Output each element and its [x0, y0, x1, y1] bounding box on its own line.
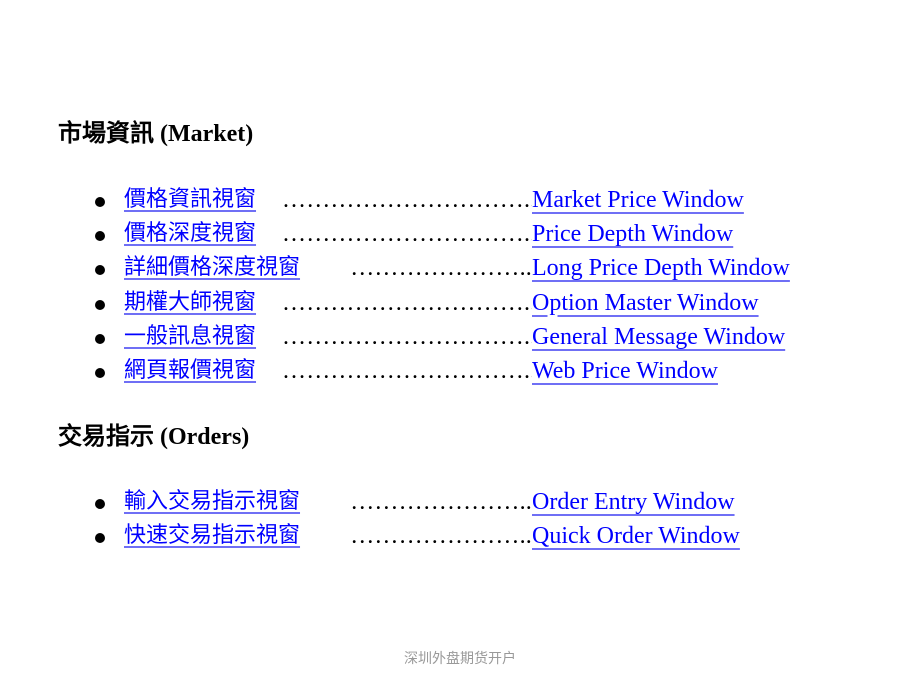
- bullet-icon: [95, 299, 105, 310]
- link-quick-order-window[interactable]: Quick Order Window: [532, 520, 740, 552]
- link-long-price-depth-window[interactable]: Long Price Depth Window: [532, 252, 790, 284]
- bullet-icon: [95, 533, 105, 544]
- link-web-price-cn[interactable]: 網頁報價視窗: [124, 355, 256, 387]
- link-market-price-cn[interactable]: 價格資訊視窗: [124, 184, 256, 216]
- dot-leader: …………………………..: [282, 289, 532, 316]
- dot-leader: …………………………..: [282, 323, 532, 350]
- dot-leader: …………………………..: [282, 221, 532, 248]
- bullet-icon: [95, 333, 105, 344]
- bullet-icon: [95, 231, 105, 242]
- link-general-message-window[interactable]: General Message Window: [532, 321, 785, 353]
- bullet-icon: [95, 499, 105, 509]
- footer-text: 深圳外盘期货开户: [404, 651, 516, 667]
- link-order-entry-cn[interactable]: 輸入交易指示視窗: [124, 486, 300, 518]
- link-price-depth-window[interactable]: Price Depth Window: [532, 218, 733, 250]
- section-title-market: 市場資訊 (Market): [58, 121, 254, 147]
- link-market-price-window[interactable]: Market Price Window: [532, 184, 744, 216]
- bullet-icon: [95, 367, 105, 378]
- link-general-message-cn[interactable]: 一般訊息視窗: [124, 321, 256, 353]
- dot-leader: …………………..: [350, 489, 532, 515]
- dot-leader: …………………………..: [282, 187, 532, 213]
- dot-leader: …………………………..: [282, 357, 532, 384]
- link-price-depth-cn[interactable]: 價格深度視窗: [124, 218, 256, 250]
- link-web-price-window[interactable]: Web Price Window: [532, 355, 718, 387]
- dot-leader: …………………..: [350, 523, 532, 550]
- link-order-entry-window[interactable]: Order Entry Window: [532, 486, 735, 518]
- link-option-master-window[interactable]: Option Master Window: [532, 287, 759, 319]
- link-option-master-cn[interactable]: 期權大師視窗: [124, 287, 256, 319]
- bullet-icon: [95, 197, 105, 207]
- dot-leader: …………………..: [350, 255, 532, 282]
- section-title-orders: 交易指示 (Orders): [58, 424, 250, 450]
- link-quick-order-cn[interactable]: 快速交易指示視窗: [124, 520, 300, 552]
- bullet-icon: [95, 265, 105, 276]
- link-long-price-depth-cn[interactable]: 詳細價格深度視窗: [124, 252, 300, 284]
